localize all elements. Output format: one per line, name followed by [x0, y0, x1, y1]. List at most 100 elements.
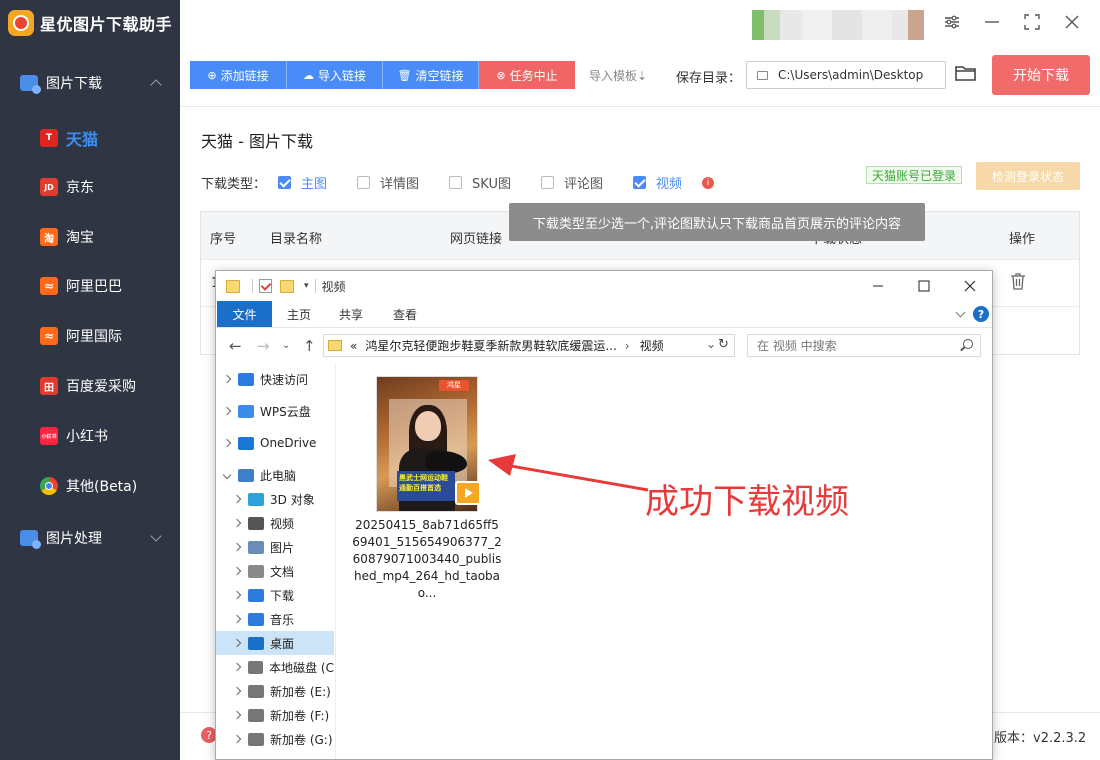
tree-item-icon	[248, 684, 264, 698]
tab-file[interactable]: 文件	[217, 301, 272, 327]
path-segment[interactable]: 鸿星尔克轻便跑步鞋夏季新款男鞋软底缓震运...	[365, 337, 616, 354]
file-name[interactable]: 20250415_8ab71d65ff569401_515654906377_2…	[352, 517, 502, 602]
tab-view[interactable]: 查看	[382, 301, 428, 327]
quick-access-dropdown-icon[interactable]: ▾	[304, 281, 309, 291]
annotation-text: 成功下载视频	[645, 482, 849, 522]
alibaba-intl-icon: ≈	[40, 327, 58, 345]
recent-dropdown-icon[interactable]: ⌄	[282, 340, 290, 351]
tree-item[interactable]: WPS云盘	[216, 399, 334, 423]
checkbox-label: 视频	[656, 177, 683, 192]
tree-item[interactable]: 3D 对象	[216, 487, 334, 511]
address-path-field[interactable]: « 鸿星尔克轻便跑步鞋夏季新款男鞋软底缓震运... › 视频 ⌄	[323, 334, 735, 357]
chevron-right-icon[interactable]	[232, 518, 242, 528]
close-icon[interactable]	[1062, 12, 1082, 32]
path-segment[interactable]: 视频	[640, 337, 664, 354]
tree-item[interactable]: 下载	[216, 583, 334, 607]
explorer-search-input[interactable]: 在 视频 中搜索	[747, 334, 981, 357]
address-dropdown-icon[interactable]: ⌄	[706, 337, 716, 351]
check-login-button[interactable]: 检测登录状态	[976, 162, 1080, 190]
tab-home[interactable]: 主页	[276, 301, 322, 327]
ribbon-expand-icon[interactable]	[955, 307, 966, 318]
chevron-right-icon[interactable]	[232, 542, 242, 552]
path-overflow[interactable]: «	[350, 339, 357, 353]
maximize-icon[interactable]	[1022, 12, 1042, 32]
back-arrow-icon[interactable]: ←	[229, 337, 242, 355]
tab-share[interactable]: 共享	[328, 301, 374, 327]
save-dir-field[interactable]: C:\Users\admin\Desktop	[746, 61, 946, 89]
chevron-right-icon[interactable]	[222, 406, 232, 416]
up-arrow-icon[interactable]: ↑	[303, 337, 316, 355]
forward-arrow-icon[interactable]: →	[257, 337, 270, 355]
explorer-help-icon[interactable]: ?	[973, 306, 989, 322]
chevron-right-icon[interactable]	[232, 494, 242, 504]
chevron-right-icon[interactable]	[232, 566, 242, 576]
start-download-button[interactable]: 开始下载	[992, 55, 1090, 95]
type-checkbox-sku[interactable]: SKU图	[449, 173, 511, 192]
tree-item[interactable]: 新加卷 (G:)	[216, 727, 334, 751]
explorer-minimize-icon[interactable]	[868, 276, 888, 296]
tree-item[interactable]: 音乐	[216, 607, 334, 631]
info-icon[interactable]: i	[702, 176, 715, 189]
tree-item[interactable]: 新加卷 (E:)	[216, 679, 334, 703]
sidebar-item-tmall[interactable]: T 天猫	[0, 118, 180, 158]
login-status-badge: 天猫账号已登录	[866, 166, 963, 184]
tree-item[interactable]: 桌面	[216, 631, 334, 655]
sidebar-item-jd[interactable]: JD 京东	[0, 167, 180, 207]
chevron-right-icon[interactable]	[232, 590, 242, 600]
add-link-button[interactable]: ⊕ 添加链接	[190, 61, 287, 89]
chevron-right-icon[interactable]	[222, 374, 232, 384]
new-folder-icon[interactable]	[280, 279, 294, 293]
tree-item[interactable]: 视频	[216, 511, 334, 535]
tree-item-icon	[238, 404, 254, 418]
refresh-icon[interactable]: ↻	[718, 337, 729, 352]
stop-task-button[interactable]: ⊗ 任务中止	[479, 61, 575, 89]
clear-link-button[interactable]: 🗑 清空链接	[383, 61, 479, 89]
minimize-icon[interactable]	[982, 12, 1002, 32]
sidebar-item-taobao[interactable]: 淘 淘宝	[0, 217, 180, 257]
chevron-right-icon[interactable]	[232, 638, 242, 648]
user-avatar[interactable]	[752, 10, 924, 40]
sidebar-item-xiaohongshu[interactable]: 小红书 小红书	[0, 416, 180, 456]
tree-item[interactable]: 此电脑	[216, 463, 334, 487]
tree-item[interactable]: 本地磁盘 (C	[216, 655, 334, 679]
type-checkbox-review[interactable]: 评论图	[541, 173, 603, 192]
chevron-right-icon[interactable]	[232, 710, 242, 720]
type-checkbox-video[interactable]: 视频	[633, 173, 682, 192]
sidebar-group-image-download[interactable]: 图片下载	[0, 65, 180, 101]
tree-item-icon	[248, 492, 264, 506]
folder-quick-icon[interactable]	[226, 279, 240, 293]
path-separator: ›	[624, 338, 630, 353]
properties-icon[interactable]	[259, 279, 272, 293]
chevron-right-icon[interactable]	[232, 614, 242, 624]
baidu-purchase-icon: 田	[40, 377, 58, 395]
sidebar-item-other[interactable]: 其他(Beta)	[0, 466, 180, 506]
chevron-right-icon[interactable]	[232, 662, 242, 672]
import-link-button[interactable]: ☁ 导入链接	[287, 61, 383, 89]
chevron-right-icon[interactable]	[232, 734, 242, 744]
tree-item[interactable]: 快速访问	[216, 367, 334, 391]
sidebar-item-baidu-purchase[interactable]: 田 百度爱采购	[0, 366, 180, 406]
settings-sliders-icon[interactable]	[942, 12, 962, 32]
delete-row-icon[interactable]	[1010, 272, 1026, 290]
import-template-link[interactable]: 导入模板⇣	[589, 67, 647, 84]
sidebar-item-alibaba-intl[interactable]: ≈ 阿里国际	[0, 316, 180, 356]
open-folder-icon[interactable]	[955, 64, 977, 84]
thumbnail-tag: 鸿星	[439, 380, 469, 391]
chevron-right-icon[interactable]	[222, 438, 232, 448]
sidebar-group-image-process[interactable]: 图片处理	[0, 520, 180, 556]
sidebar-item-alibaba[interactable]: ≈ 阿里巴巴	[0, 266, 180, 306]
type-checkbox-detail[interactable]: 详情图	[357, 173, 419, 192]
video-play-icon	[455, 481, 481, 505]
explorer-close-icon[interactable]	[960, 276, 980, 296]
chevron-right-icon[interactable]	[232, 686, 242, 696]
checkbox-empty-icon	[449, 176, 463, 189]
chevron-down-icon[interactable]	[222, 470, 232, 480]
tree-item[interactable]: OneDrive	[216, 431, 334, 455]
tree-item[interactable]: 文档	[216, 559, 334, 583]
image-process-icon	[20, 530, 41, 549]
explorer-maximize-icon[interactable]	[914, 276, 934, 296]
tree-item-icon	[248, 732, 264, 746]
tree-item[interactable]: 新加卷 (F:)	[216, 703, 334, 727]
type-checkbox-main[interactable]: 主图	[278, 173, 327, 192]
tree-item[interactable]: 图片	[216, 535, 334, 559]
